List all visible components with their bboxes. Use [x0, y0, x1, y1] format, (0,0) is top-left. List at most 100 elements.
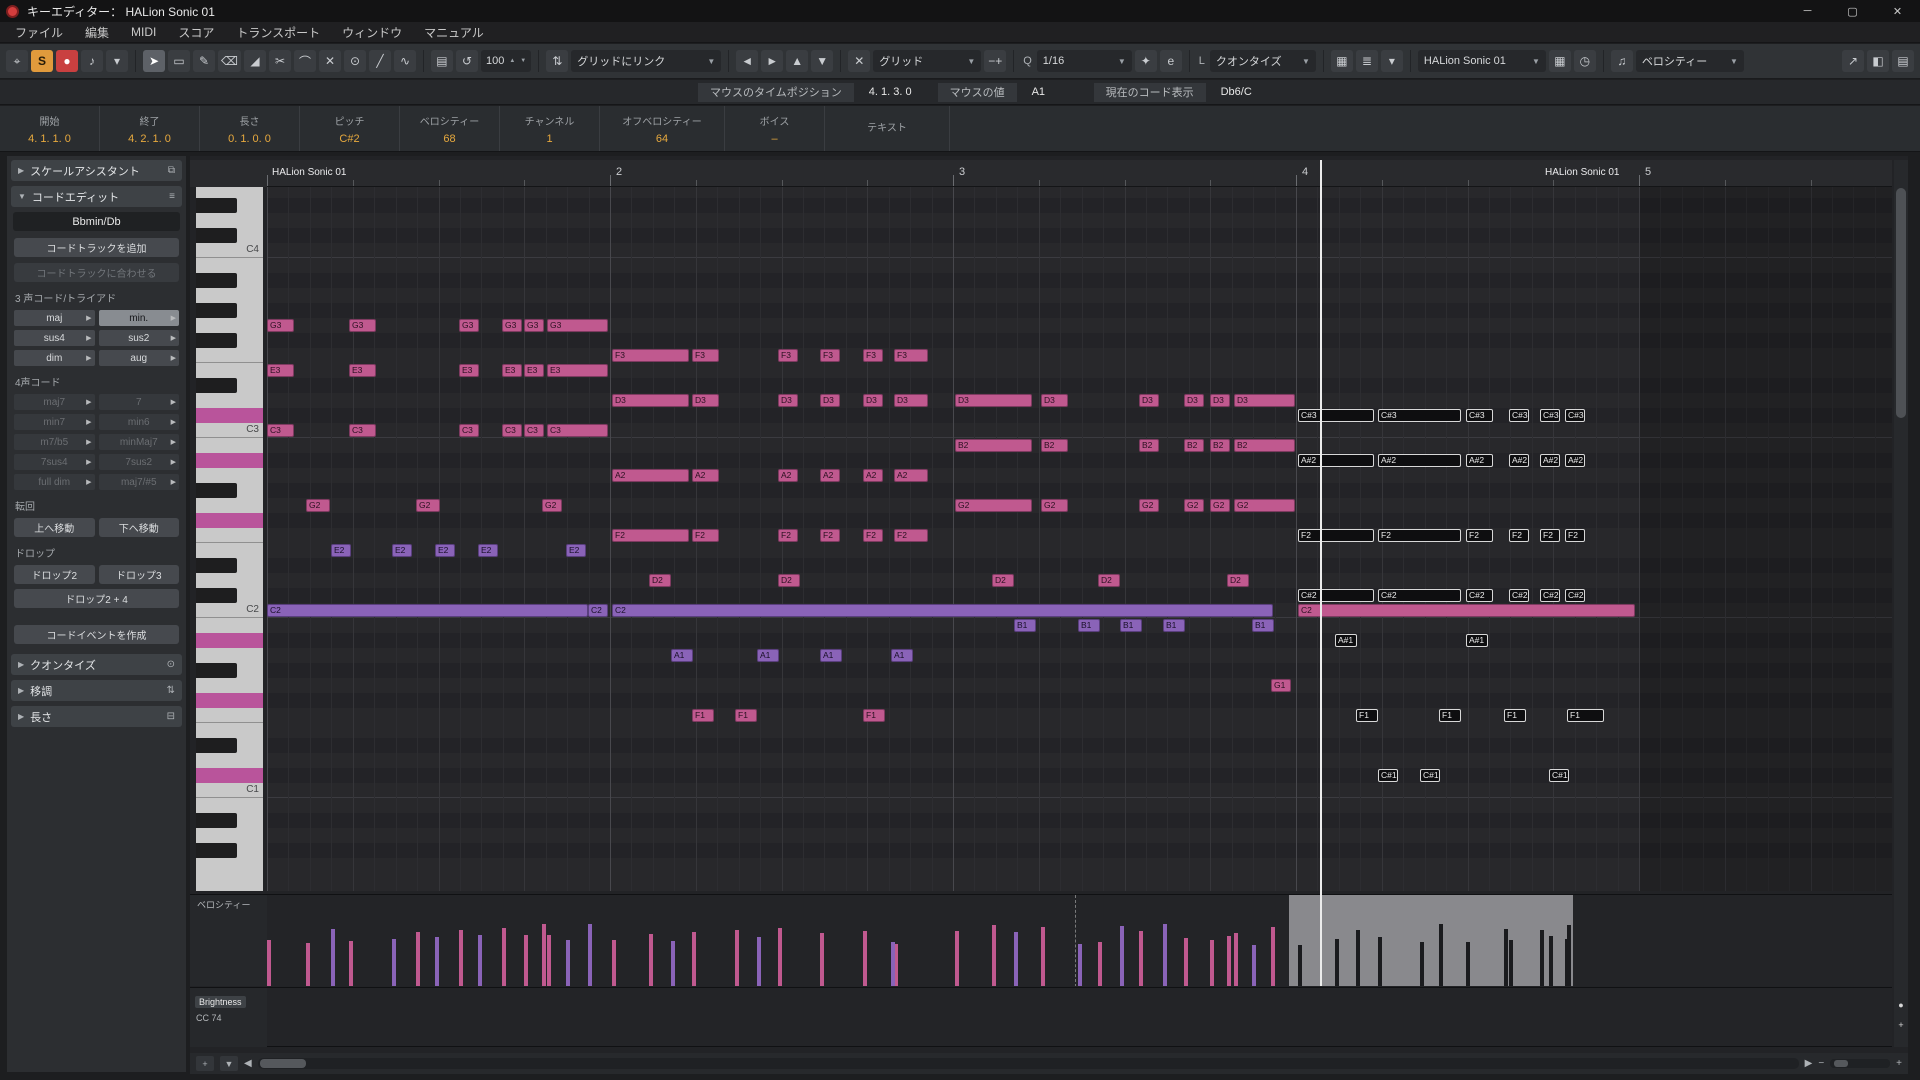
piano-key-E3[interactable] [196, 363, 263, 378]
velocity-bar[interactable] [1504, 929, 1508, 986]
midi-note-A2[interactable]: A2 [612, 469, 689, 482]
midi-note-F2[interactable]: F2 [1565, 529, 1585, 542]
midi-note-F1[interactable]: F1 [692, 709, 714, 722]
midi-note-A1[interactable]: A1 [820, 649, 842, 662]
piano-key-G1[interactable] [196, 678, 263, 693]
midi-note-B2[interactable]: B2 [1139, 439, 1159, 452]
piano-key-A0[interactable] [196, 828, 263, 843]
midi-note-Cs1[interactable]: C#1 [1378, 769, 1398, 782]
midi-note-C3[interactable]: C3 [524, 424, 544, 437]
midi-note-D2[interactable]: D2 [1098, 574, 1120, 587]
object-selection-tool[interactable]: ➤ [143, 50, 165, 72]
param-voice-value[interactable]: – [771, 133, 777, 145]
create-chord-event-button[interactable]: コードイベントを作成 [14, 625, 179, 644]
midi-note-A2[interactable]: A2 [778, 469, 798, 482]
section-transpose[interactable]: ▶ 移調 ⇅ [11, 680, 182, 701]
menu-transport[interactable]: トランスポート [225, 22, 331, 42]
velocity-bar[interactable] [267, 940, 271, 986]
piano-key-F#3[interactable] [196, 333, 263, 348]
midi-note-E2[interactable]: E2 [435, 544, 455, 557]
param-start-value[interactable]: 4. 1. 1. 0 [28, 133, 71, 145]
velocity-lane[interactable] [267, 894, 1892, 986]
piano-key-D#2[interactable] [196, 558, 263, 573]
midi-note-Cs2[interactable]: C#2 [1540, 589, 1560, 602]
velocity-bar[interactable] [1567, 925, 1571, 986]
piano-key-G3[interactable] [196, 318, 263, 333]
midi-note-D2[interactable]: D2 [1227, 574, 1249, 587]
velocity-bar[interactable] [1252, 945, 1256, 986]
midi-note-E3[interactable]: E3 [459, 364, 479, 377]
chord-type-m7b5[interactable]: m7/b5▶ [14, 434, 95, 450]
velocity-bar[interactable] [1271, 927, 1275, 986]
velocity-bar[interactable] [1098, 942, 1102, 986]
midi-note-D3[interactable]: D3 [955, 394, 1032, 407]
part-list-icon[interactable]: ≣ [1356, 50, 1378, 72]
velocity-bar[interactable] [992, 925, 996, 986]
piano-key-B2[interactable] [196, 438, 263, 453]
midi-note-C3[interactable]: C3 [547, 424, 608, 437]
piano-key-A#0[interactable] [196, 813, 263, 828]
velocity-bar[interactable] [778, 928, 782, 986]
velocity-bar[interactable] [1298, 945, 1302, 986]
zoom-tool[interactable]: ⊙ [344, 50, 366, 72]
chord-type-min[interactable]: min.▶ [99, 310, 180, 326]
tempo-spinner[interactable]: 100▲▼ [481, 50, 531, 72]
cc-lane[interactable] [267, 987, 1892, 1047]
midi-note-B2[interactable]: B2 [1210, 439, 1230, 452]
midi-note-A1[interactable]: A1 [671, 649, 693, 662]
velocity-bar[interactable] [820, 933, 824, 986]
param-channel-value[interactable]: 1 [546, 133, 552, 145]
midi-note-G3[interactable]: G3 [349, 319, 376, 332]
midi-note-Cs3[interactable]: C#3 [1565, 409, 1585, 422]
velocity-bar[interactable] [1420, 942, 1424, 986]
midi-note-G3[interactable]: G3 [267, 319, 294, 332]
midi-note-D3[interactable]: D3 [1210, 394, 1230, 407]
chord-type-7[interactable]: 7▶ [99, 394, 180, 410]
piano-key-A3[interactable] [196, 288, 263, 303]
velocity-bar[interactable] [1210, 940, 1214, 986]
midi-note-B1[interactable]: B1 [1014, 619, 1036, 632]
velocity-bar[interactable] [1439, 924, 1443, 986]
transpose-down-icon[interactable]: ▼ [811, 50, 833, 72]
piano-key-A1[interactable] [196, 648, 263, 663]
velocity-bar[interactable] [1466, 942, 1470, 986]
piano-key-D#1[interactable] [196, 738, 263, 753]
piano-key-F1[interactable] [196, 708, 263, 723]
line-tool[interactable]: ╱ [369, 50, 391, 72]
piano-key-G#0[interactable] [196, 843, 263, 858]
midi-note-D3[interactable]: D3 [1139, 394, 1159, 407]
midi-note-G3[interactable]: G3 [524, 319, 544, 332]
highlighted-key-Fs1[interactable] [196, 693, 263, 708]
event-colors-dropdown[interactable]: ベロシティー▼ [1636, 50, 1744, 72]
midi-note-C2[interactable]: C2 [267, 604, 588, 617]
midi-note-Cs2[interactable]: C#2 [1509, 589, 1529, 602]
grid-link-dropdown[interactable]: グリッドにリンク▼ [571, 50, 721, 72]
piano-key-G#2[interactable] [196, 483, 263, 498]
midi-note-G2[interactable]: G2 [1184, 499, 1204, 512]
velocity-bar[interactable] [435, 937, 439, 986]
midi-note-F2[interactable]: F2 [778, 529, 798, 542]
note-grid[interactable]: G3G3G3G3G3G3E3E3E3E3E3E3C3C3C3C3C3C3F3F3… [267, 187, 1892, 891]
midi-note-F2[interactable]: F2 [1509, 529, 1529, 542]
independent-loop-icon[interactable]: ⇅ [546, 50, 568, 72]
section-scale-assistant[interactable]: ▶ スケールアシスタント ⧉ [11, 160, 182, 181]
length-quantize-dropdown[interactable]: クオンタイズ▼ [1210, 50, 1316, 72]
piano-key-C1[interactable]: C1 [196, 783, 263, 798]
midi-note-D3[interactable]: D3 [1234, 394, 1295, 407]
midi-note-C3[interactable]: C3 [459, 424, 479, 437]
drop-button[interactable]: ドロップ3 [99, 565, 180, 584]
midi-note-F2[interactable]: F2 [692, 529, 719, 542]
highlighted-key-As2[interactable] [196, 453, 263, 468]
midi-note-G2[interactable]: G2 [306, 499, 330, 512]
midi-note-G2[interactable]: G2 [1210, 499, 1230, 512]
midi-note-F3[interactable]: F3 [863, 349, 883, 362]
midi-note-A2[interactable]: A2 [894, 469, 928, 482]
lane-options-button[interactable]: ▼ [220, 1056, 238, 1071]
piano-key-G#3[interactable] [196, 303, 263, 318]
param-end-value[interactable]: 4. 2. 1. 0 [128, 133, 171, 145]
midi-note-F1[interactable]: F1 [1439, 709, 1461, 722]
erase-tool[interactable]: ⌫ [218, 50, 241, 72]
zoom-thumb[interactable] [1834, 1060, 1848, 1067]
piano-key-D4[interactable] [196, 213, 263, 228]
velocity-bar[interactable] [547, 935, 551, 986]
